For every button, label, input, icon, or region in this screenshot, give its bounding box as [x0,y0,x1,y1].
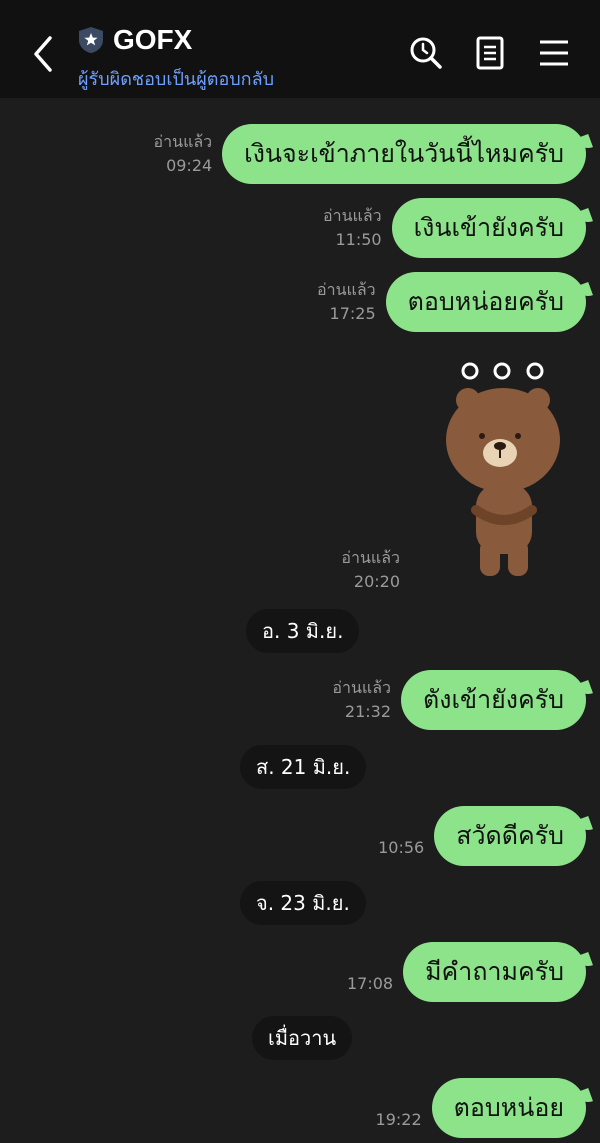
chat-header: GOFX ผู้รับผิดชอบเป็นผู้ตอบกลับ [0,0,600,98]
brown-bear-sticker[interactable] [440,360,570,582]
notes-icon [476,36,504,70]
read-status: อ่านแล้ว [316,280,376,299]
message-bubble[interactable]: เงินจะเข้าภายในวันนี้ไหมครับ [222,124,586,184]
message-row: อ่านแล้ว 11:50 เงินเข้ายังครับ [323,198,586,258]
search-button[interactable] [409,36,443,70]
message-row: 10:56 สวัดดีครับ [378,806,586,866]
message-meta: อ่านแล้ว 17:25 [317,278,376,326]
message-bubble[interactable]: มีคำถามครับ [403,942,586,1002]
message-meta: 17:08 [347,972,393,996]
notes-button[interactable] [473,36,507,70]
message-bubble[interactable]: ตอบหน่อยครับ [385,272,586,332]
chat-title[interactable]: GOFX [113,24,192,56]
chat-area[interactable]: อ่านแล้ว 09:24 เงินจะเข้าภายในวันนี้ไหมค… [0,98,600,1143]
message-meta: อ่านแล้ว 21:32 [332,676,391,724]
date-separator: อ. 3 มิ.ย. [246,609,360,653]
menu-button[interactable] [537,36,571,70]
message-bubble[interactable]: ตังเข้ายังครับ [401,670,586,730]
message-time: 09:24 [166,156,213,175]
message-row: 19:22 ตอบหน่อย [376,1078,586,1138]
chevron-left-icon [34,36,52,72]
message-bubble[interactable]: เงินเข้ายังครับ [391,198,586,258]
message-meta: อ่านแล้ว 09:24 [154,130,213,178]
message-time: 19:22 [375,1110,422,1129]
date-separator: ส. 21 มิ.ย. [240,745,367,789]
message-row: อ่านแล้ว 09:24 เงินจะเข้าภายในวันนี้ไหมค… [154,124,586,184]
message-row: อ่านแล้ว 21:32 ตังเข้ายังครับ [332,670,586,730]
message-time: 20:20 [353,572,400,591]
message-row: 17:08 มีคำถามครับ [347,942,586,1002]
message-meta: 19:22 [376,1108,422,1132]
message-meta: อ่านแล้ว 11:50 [323,204,382,252]
hamburger-menu-icon [540,40,568,66]
back-button[interactable] [28,34,60,74]
read-status: อ่านแล้ว [332,678,391,697]
message-time: 17:25 [329,304,376,323]
message-bubble[interactable]: ตอบหน่อย [431,1078,586,1138]
message-row: อ่านแล้ว 17:25 ตอบหน่อยครับ [317,272,586,332]
message-time: 10:56 [378,838,425,857]
search-clock-icon [410,37,442,69]
message-time: 17:08 [346,974,394,993]
message-bubble[interactable]: สวัดดีครับ [434,806,586,866]
shield-star-icon [78,26,104,54]
read-status: อ่านแล้ว [153,132,213,151]
message-time: 21:32 [344,702,391,721]
read-status: อ่านแล้ว [322,206,382,225]
message-meta: อ่านแล้ว 20:20 [341,546,400,594]
date-separator: เมื่อวาน [252,1016,353,1060]
date-separator: จ. 23 มิ.ย. [240,881,366,925]
message-meta: 10:56 [378,836,424,860]
read-status: อ่านแล้ว [341,548,400,567]
message-time: 11:50 [335,230,382,249]
chat-subtitle: ผู้รับผิดชอบเป็นผู้ตอบกลับ [78,69,275,90]
